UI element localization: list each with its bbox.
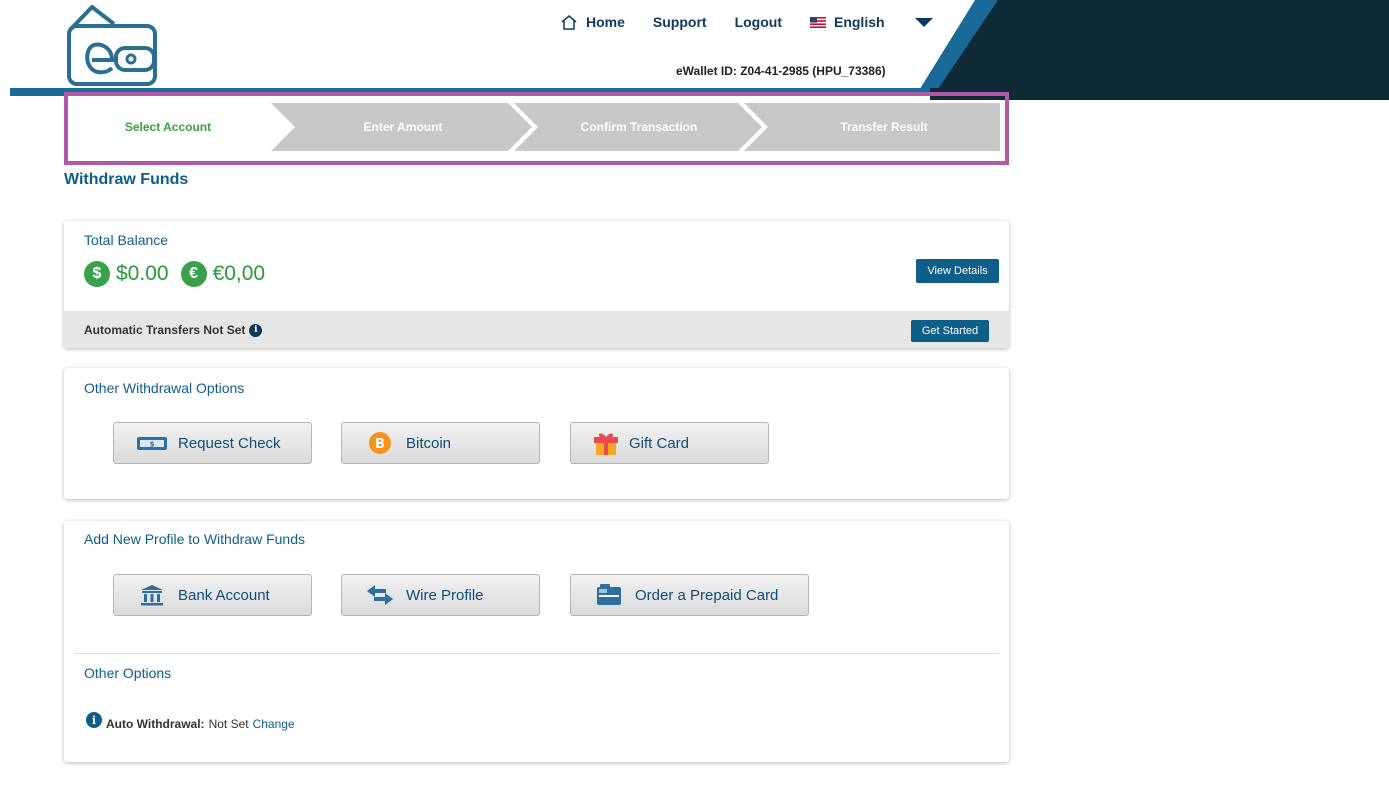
auto-withdrawal-value: Not Set	[208, 717, 249, 731]
step-select-account: Select Account	[124, 120, 212, 134]
credit-card-icon	[591, 583, 627, 607]
page-title: Withdraw Funds	[64, 171, 189, 188]
bitcoin-button[interactable]: B Bitcoin	[341, 422, 540, 464]
bank-account-button[interactable]: Bank Account	[113, 574, 312, 616]
get-started-button[interactable]: Get Started	[911, 320, 989, 342]
bitcoin-icon: B	[362, 431, 398, 455]
request-check-label: Request Check	[178, 434, 281, 452]
automatic-transfers-bar: Automatic Transfers Not Set i Get Starte…	[64, 311, 1009, 348]
info-icon[interactable]: i	[249, 323, 263, 337]
balance-title: Total Balance	[84, 232, 169, 248]
change-link[interactable]: Change	[253, 717, 295, 731]
other-withdrawal-title: Other Withdrawal Options	[84, 380, 245, 396]
us-flag-icon	[809, 16, 826, 28]
transfer-arrows-icon	[362, 584, 398, 606]
request-check-button[interactable]: $ Request Check	[113, 422, 312, 464]
nav-logout[interactable]: Logout	[735, 14, 782, 30]
gift-card-button[interactable]: Gift Card	[570, 422, 769, 464]
order-prepaid-card-label: Order a Prepaid Card	[635, 586, 779, 604]
nav-language[interactable]: English	[809, 14, 885, 30]
check-icon: $	[134, 434, 170, 452]
dollar-coin-icon: $	[84, 261, 110, 287]
wire-profile-button[interactable]: Wire Profile	[341, 574, 540, 616]
nav-home[interactable]: Home	[560, 14, 625, 30]
add-profile-card: Add New Profile to Withdraw Funds Bank A…	[64, 521, 1009, 762]
add-profile-title: Add New Profile to Withdraw Funds	[84, 531, 305, 547]
top-nav: Home Support Logout English	[560, 12, 933, 32]
nav-home-label: Home	[586, 14, 625, 30]
euro-coin-icon: €	[180, 261, 207, 287]
step-confirm-transaction: Confirm Transaction	[580, 120, 698, 134]
nav-support-label: Support	[652, 14, 707, 30]
balance-card: Total Balance $ $0.00 € €0,00 View Detai…	[64, 221, 1009, 348]
balances: $ $0.00 € €0,00	[84, 261, 277, 287]
header: Home Support Logout English eWallet ID: …	[0, 0, 1389, 100]
nav-language-label: English	[833, 14, 885, 30]
wire-profile-label: Wire Profile	[406, 586, 484, 604]
wallet-id: eWallet ID: Z04-41-2985 (HPU_73386)	[676, 64, 886, 78]
gift-icon	[591, 430, 621, 456]
chevron-down-icon[interactable]	[914, 17, 933, 27]
bitcoin-label: Bitcoin	[406, 434, 452, 452]
step-enter-amount: Enter Amount	[363, 120, 443, 134]
order-prepaid-card-button[interactable]: Order a Prepaid Card	[570, 574, 809, 616]
nav-support[interactable]: Support	[653, 14, 707, 30]
auto-withdrawal-label: Auto Withdrawal:	[106, 717, 205, 731]
step-transfer-result: Transfer Result	[840, 120, 928, 134]
bank-account-label: Bank Account	[178, 586, 270, 604]
bank-icon	[134, 584, 170, 606]
usd-balance: $0.00	[116, 262, 169, 285]
other-options-title: Other Options	[84, 665, 172, 681]
svg-text:$: $	[150, 441, 155, 449]
ewallet-logo[interactable]	[62, 2, 162, 86]
divider	[74, 653, 999, 654]
info-icon[interactable]: i	[86, 712, 102, 728]
automatic-transfers-label: Automatic Transfers Not Set	[84, 323, 246, 337]
stepper: Select Account Enter Amount Confirm Tran…	[68, 103, 1000, 151]
view-details-button[interactable]: View Details	[916, 259, 999, 283]
other-withdrawal-card: Other Withdrawal Options $ Request Check…	[64, 368, 1009, 499]
auto-withdrawal-row: i Auto Withdrawal: Not Set Change	[86, 712, 295, 732]
gift-card-label: Gift Card	[629, 434, 690, 452]
svg-text:B: B	[375, 437, 385, 452]
eur-balance: €0,00	[212, 262, 266, 285]
automatic-transfers-status: Automatic Transfers Not Set i	[84, 323, 263, 337]
nav-logout-label: Logout	[734, 14, 782, 30]
home-icon	[560, 14, 578, 30]
